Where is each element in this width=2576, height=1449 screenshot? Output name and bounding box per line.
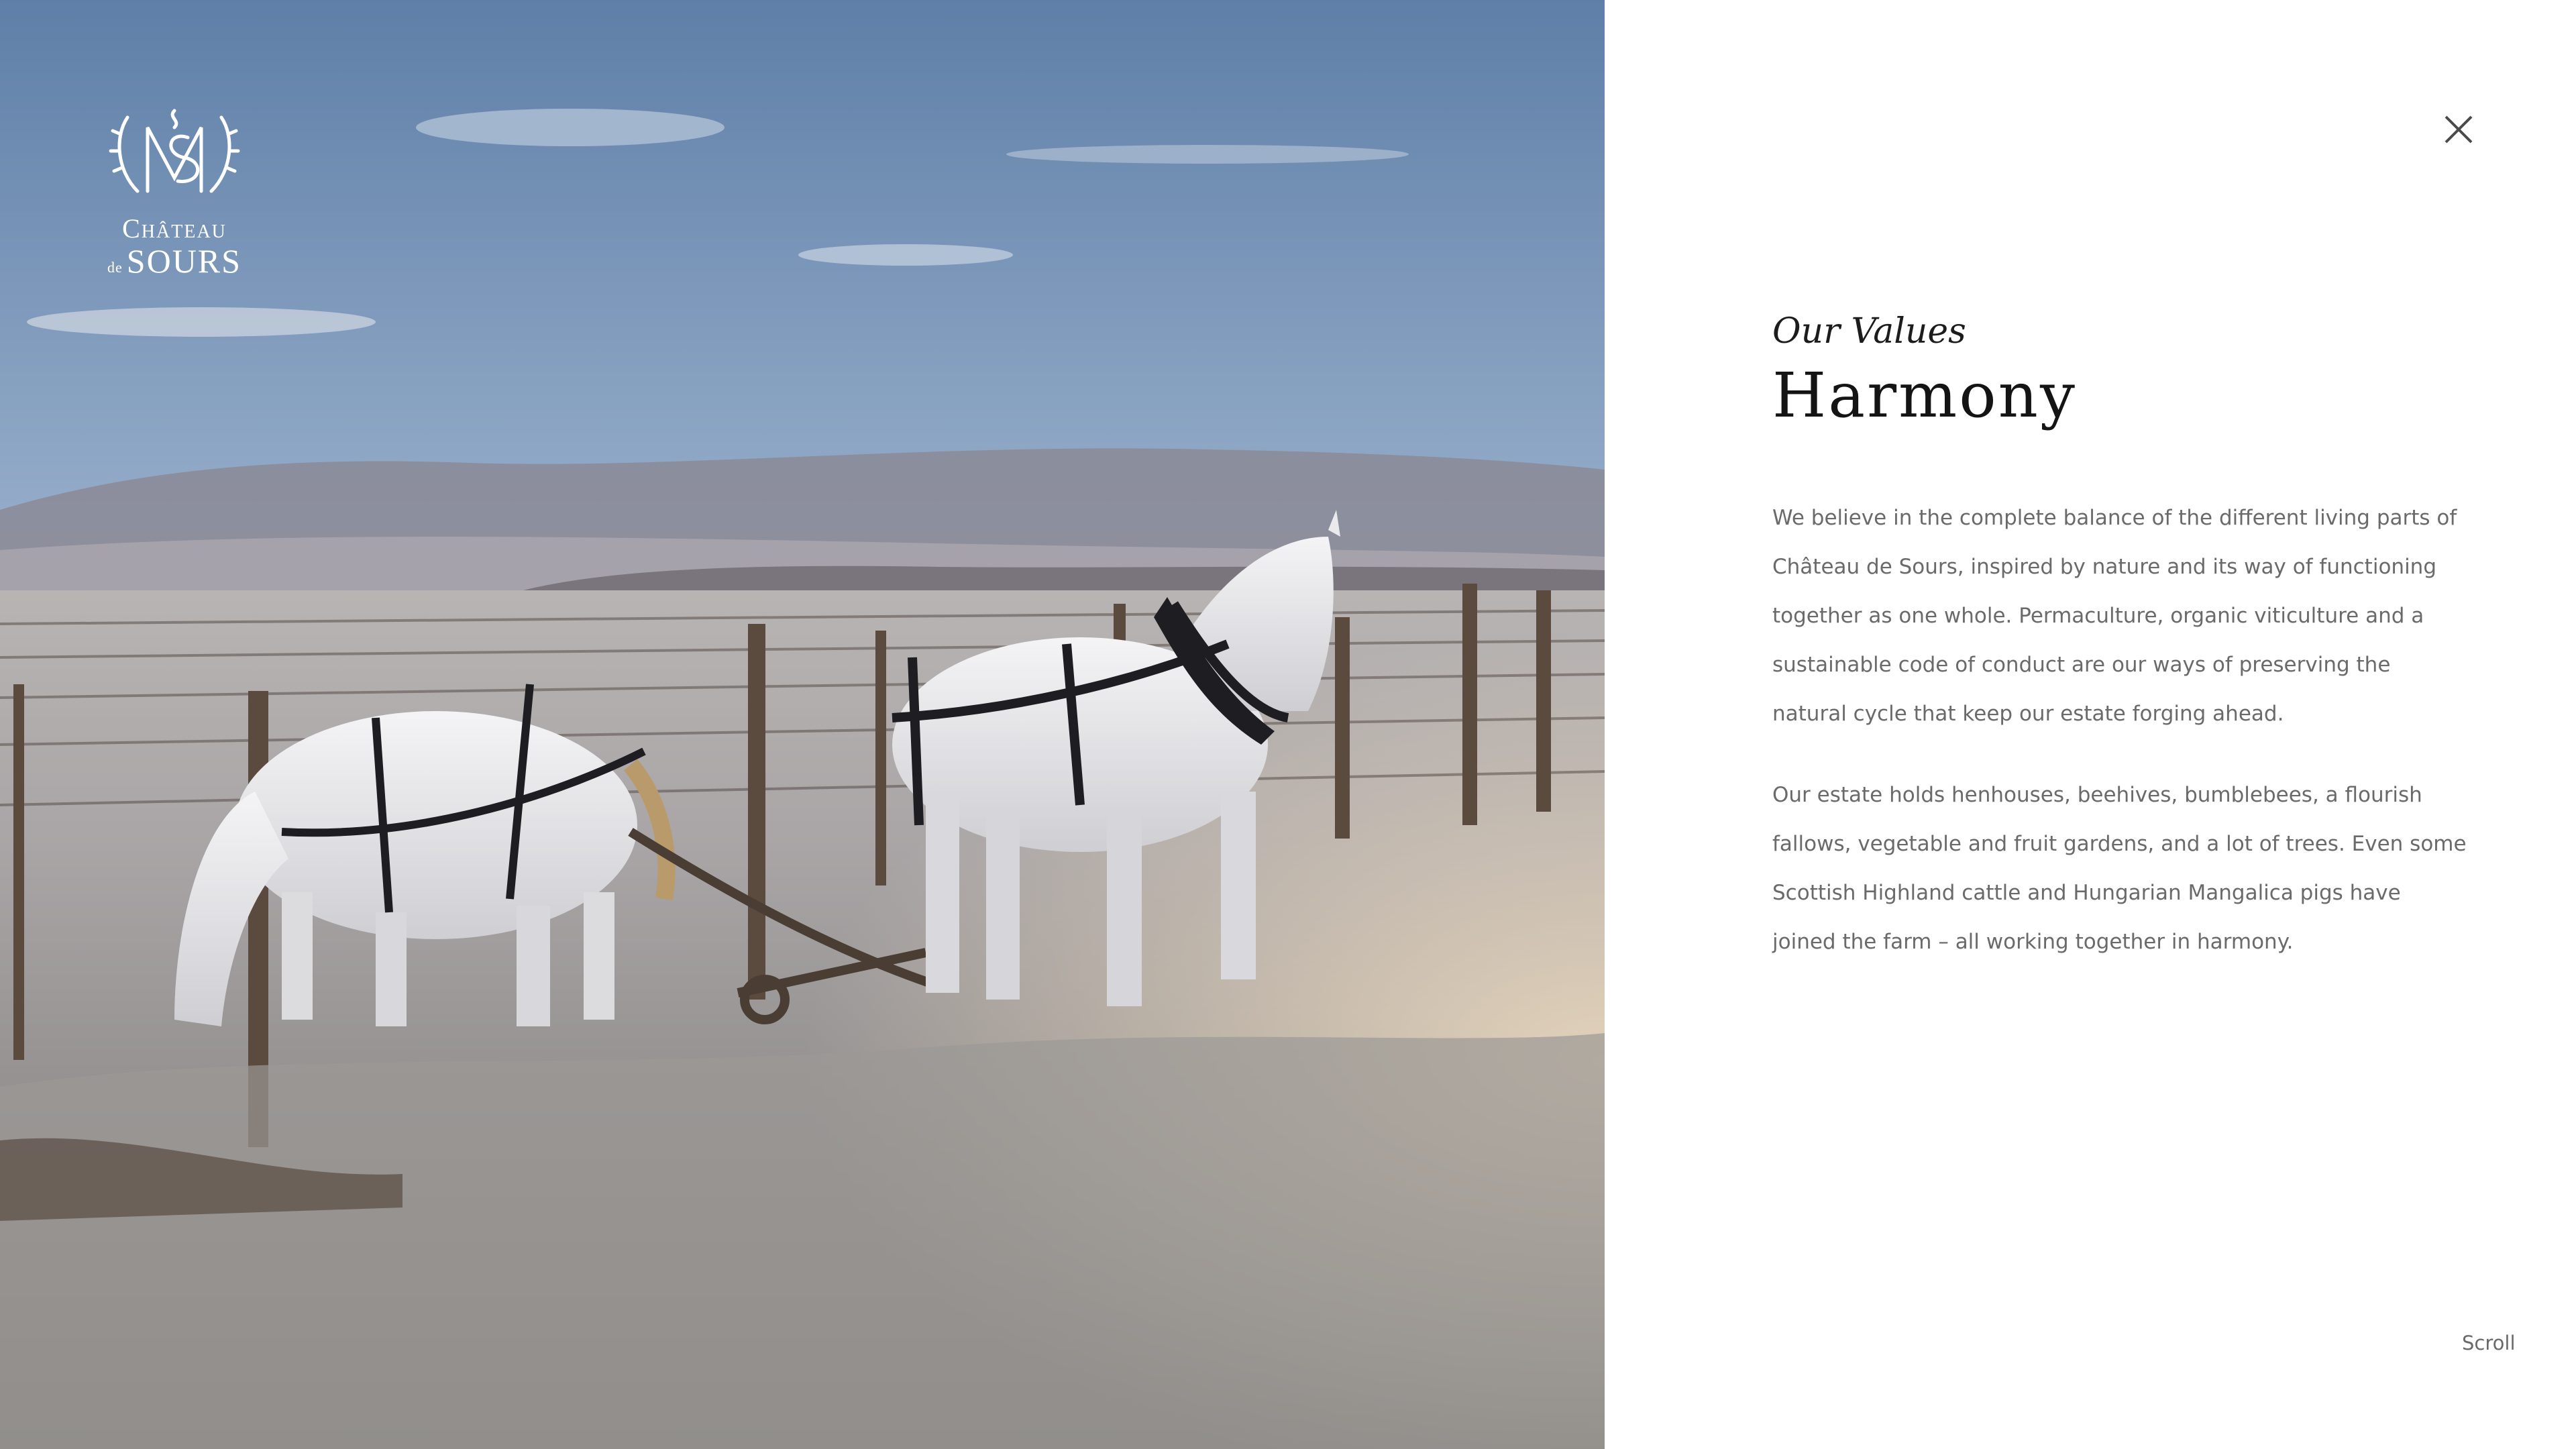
values-text-panel: Our Values Harmony We believe in the com…	[1605, 0, 2576, 1449]
hero-photo-panel: Château de SOURS	[0, 0, 1605, 1449]
logo-wordmark-sours: de SOURS	[101, 244, 248, 285]
body-paragraph-2: Our estate holds henhouses, beehives, bu…	[1772, 783, 2467, 954]
body-paragraph-1: We believe in the complete balance of th…	[1772, 506, 2457, 726]
scroll-indicator[interactable]: Scroll	[2462, 1332, 2516, 1354]
page-title: Harmony	[1772, 360, 2077, 431]
close-button[interactable]	[2443, 114, 2474, 145]
logo-wordmark-chateau: Château	[122, 213, 227, 244]
logo-wordmark-sours-text: SOURS	[126, 242, 241, 280]
close-icon	[2445, 115, 2473, 144]
chateau-de-sours-logo[interactable]: Château de SOURS	[101, 104, 248, 285]
logo-wordmark-de: de	[107, 259, 123, 276]
chateau-crest-monogram-icon	[109, 109, 240, 193]
page: Château de SOURS Our Values Harmony We b…	[0, 0, 2576, 1449]
section-eyebrow: Our Values	[1772, 311, 1966, 352]
values-content: Our Values Harmony We believe in the com…	[1772, 309, 2470, 967]
